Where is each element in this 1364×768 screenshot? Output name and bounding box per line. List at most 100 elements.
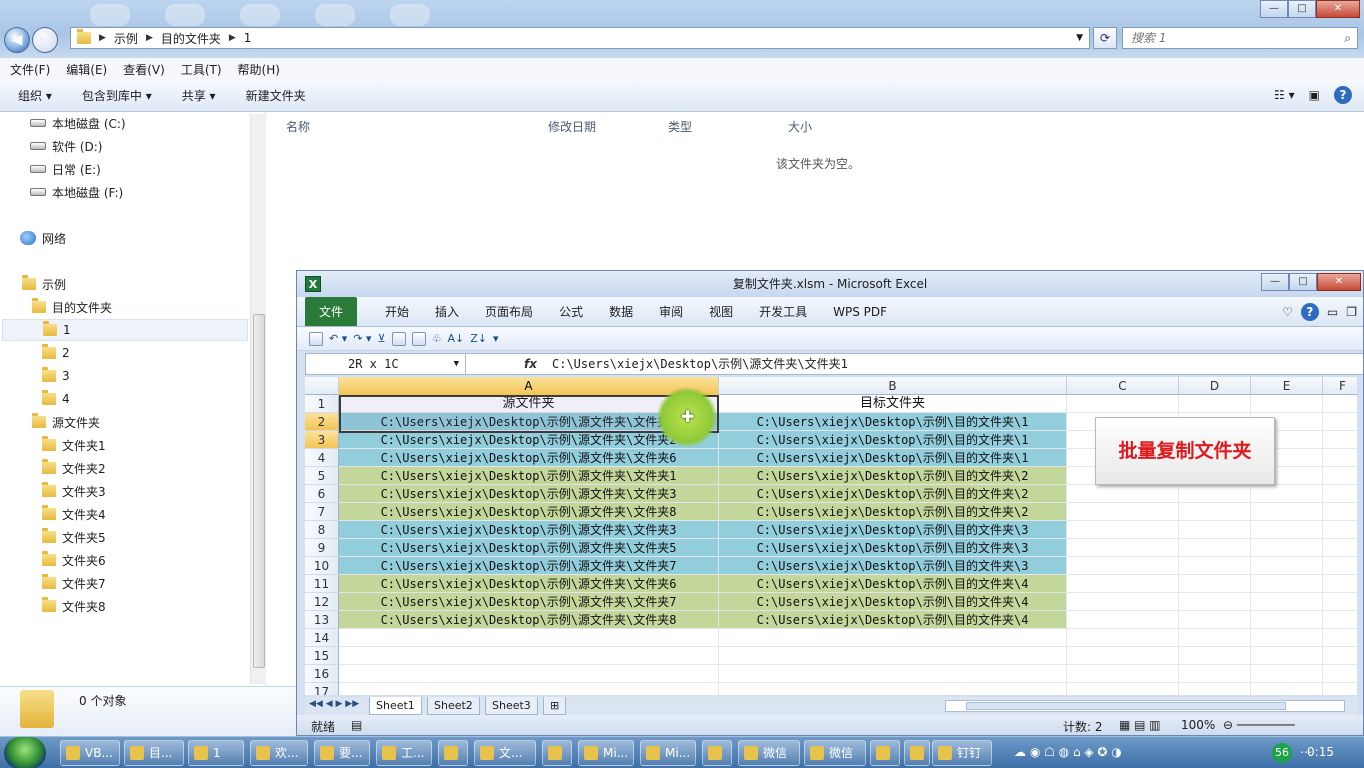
cell-a[interactable]: C:\Users\xiejx\Desktop\示例\源文件夹\文件夹6 bbox=[339, 575, 719, 593]
cell-a[interactable]: C:\Users\xiejx\Desktop\示例\源文件夹\文件夹1 bbox=[339, 467, 719, 485]
cell-empty[interactable] bbox=[1251, 611, 1323, 629]
excel-icon[interactable]: X bbox=[305, 276, 321, 292]
chevron-down-icon[interactable]: ▼ bbox=[1076, 33, 1083, 43]
cell-empty[interactable] bbox=[1323, 395, 1357, 413]
column-name[interactable]: 名称 bbox=[286, 118, 310, 135]
cell-empty[interactable] bbox=[1179, 629, 1251, 647]
menu-edit[interactable]: 编辑(E) bbox=[66, 61, 107, 78]
cell-b[interactable] bbox=[719, 647, 1067, 665]
cell-b[interactable]: C:\Users\xiejx\Desktop\示例\目的文件夹\4 bbox=[719, 593, 1067, 611]
minimize-icon[interactable]: ▭ bbox=[1327, 305, 1338, 319]
cell-b[interactable] bbox=[719, 683, 1067, 695]
col-header-c[interactable]: C bbox=[1067, 377, 1179, 395]
cell-empty[interactable] bbox=[1251, 539, 1323, 557]
taskbar-item[interactable]: VB... bbox=[60, 740, 120, 766]
column-type[interactable]: 类型 bbox=[668, 118, 692, 135]
row-number[interactable]: 12 bbox=[305, 593, 339, 611]
taskbar-item[interactable] bbox=[702, 740, 732, 766]
tree-item-src-child[interactable]: 文件夹8 bbox=[42, 595, 106, 617]
tree-item-src-child[interactable]: 文件夹6 bbox=[42, 549, 106, 571]
column-modified[interactable]: 修改日期 bbox=[548, 118, 596, 135]
cell-empty[interactable] bbox=[1323, 593, 1357, 611]
cell-empty[interactable] bbox=[1251, 575, 1323, 593]
cell-b[interactable]: C:\Users\xiejx\Desktop\示例\目的文件夹\3 bbox=[719, 539, 1067, 557]
tree-item-dest-3[interactable]: 3 bbox=[42, 365, 70, 387]
restore-icon[interactable]: ❐ bbox=[1346, 305, 1357, 319]
taskbar-item[interactable] bbox=[904, 740, 930, 766]
cell-b[interactable]: C:\Users\xiejx\Desktop\示例\目的文件夹\2 bbox=[719, 485, 1067, 503]
tree-item-src[interactable]: 源文件夹 bbox=[32, 411, 100, 433]
cell-empty[interactable] bbox=[1251, 683, 1323, 695]
taskbar-item[interactable] bbox=[438, 740, 468, 766]
col-header-e[interactable]: E bbox=[1251, 377, 1323, 395]
cell-empty[interactable] bbox=[1067, 593, 1179, 611]
zoom-slider[interactable]: ⊖ ──────── bbox=[1223, 718, 1295, 732]
cell-empty[interactable] bbox=[1323, 611, 1357, 629]
cell-empty[interactable] bbox=[1067, 629, 1179, 647]
customize-qat-icon[interactable]: ▾ bbox=[493, 332, 499, 345]
breadcrumb-item[interactable]: 目的文件夹 bbox=[161, 30, 221, 47]
cell-a[interactable]: C:\Users\xiejx\Desktop\示例\源文件夹\文件夹5 bbox=[339, 539, 719, 557]
taskbar-item[interactable]: 欢... bbox=[250, 740, 308, 766]
row-number[interactable]: 8 bbox=[305, 521, 339, 539]
cell-b[interactable]: C:\Users\xiejx\Desktop\示例\目的文件夹\4 bbox=[719, 575, 1067, 593]
help-icon[interactable]: ? bbox=[1300, 303, 1319, 321]
row-number[interactable]: 4 bbox=[305, 449, 339, 467]
tree-item-src-child[interactable]: 文件夹7 bbox=[42, 572, 106, 594]
zoom-level[interactable]: 100% bbox=[1181, 718, 1215, 732]
preview-pane-icon[interactable]: ▣ bbox=[1309, 88, 1320, 102]
excel-maximize-button[interactable]: □ bbox=[1289, 273, 1317, 291]
cell-a[interactable]: C:\Users\xiejx\Desktop\示例\源文件夹\文件夹7 bbox=[339, 593, 719, 611]
tree-item-src-child[interactable]: 文件夹4 bbox=[42, 503, 106, 525]
help-icon[interactable]: ? bbox=[1334, 86, 1352, 104]
tab-formulas[interactable]: 公式 bbox=[559, 303, 583, 320]
cell-b[interactable]: C:\Users\xiejx\Desktop\示例\目的文件夹\2 bbox=[719, 503, 1067, 521]
tray-icons[interactable]: ☁ ◉ ☖ ◍ ⌂ ◈ ✪ ◑ bbox=[1014, 745, 1122, 759]
taskbar-item[interactable]: 微信 bbox=[804, 740, 866, 766]
tab-developer[interactable]: 开发工具 bbox=[759, 303, 807, 320]
cell-b[interactable]: C:\Users\xiejx\Desktop\示例\目的文件夹\3 bbox=[719, 521, 1067, 539]
tab-home[interactable]: 开始 bbox=[385, 303, 409, 320]
cell-empty[interactable] bbox=[1179, 539, 1251, 557]
hierarchy-icon[interactable]: ♧ bbox=[432, 332, 442, 345]
cell-empty[interactable] bbox=[1323, 557, 1357, 575]
sort-desc-icon[interactable]: Z↓ bbox=[470, 332, 487, 345]
cell-empty[interactable] bbox=[1323, 503, 1357, 521]
sort-asc-icon[interactable]: A↓ bbox=[447, 332, 464, 345]
excel-minimize-button[interactable]: — bbox=[1261, 273, 1289, 291]
cell-b[interactable]: C:\Users\xiejx\Desktop\示例\目的文件夹\3 bbox=[719, 557, 1067, 575]
menu-tools[interactable]: 工具(T) bbox=[181, 61, 222, 78]
scrollbar-thumb[interactable] bbox=[253, 314, 265, 668]
cell-empty[interactable] bbox=[1179, 593, 1251, 611]
cell-a[interactable] bbox=[339, 665, 719, 683]
redo-icon[interactable]: ↷ ▾ bbox=[353, 332, 371, 345]
cell-empty[interactable] bbox=[1067, 539, 1179, 557]
cell-empty[interactable] bbox=[1067, 611, 1179, 629]
view-mode-icons[interactable]: ▦ ▤ ▥ bbox=[1119, 718, 1161, 732]
drive-e[interactable]: 日常 (E:) bbox=[30, 158, 101, 180]
row-number[interactable]: 17 bbox=[305, 683, 339, 695]
cell-empty[interactable] bbox=[1179, 521, 1251, 539]
taskbar-item[interactable]: Mi... bbox=[640, 740, 696, 766]
cell-b[interactable]: C:\Users\xiejx\Desktop\示例\目的文件夹\2 bbox=[719, 467, 1067, 485]
cell-empty[interactable] bbox=[1067, 395, 1179, 413]
cell-empty[interactable] bbox=[1323, 431, 1357, 449]
cell-empty[interactable] bbox=[1179, 611, 1251, 629]
new-doc-icon[interactable] bbox=[391, 331, 406, 346]
cell-a[interactable]: C:\Users\xiejx\Desktop\示例\源文件夹\文件夹6 bbox=[339, 449, 719, 467]
tree-item-src-child[interactable]: 文件夹2 bbox=[42, 457, 106, 479]
cell-b[interactable]: C:\Users\xiejx\Desktop\示例\目的文件夹\1 bbox=[719, 413, 1067, 431]
search-input[interactable]: 搜索 1 ⌕ bbox=[1122, 27, 1358, 49]
batch-copy-button[interactable]: 批量复制文件夹 bbox=[1095, 417, 1275, 485]
tree-item-src-child[interactable]: 文件夹1 bbox=[42, 434, 106, 456]
cell-a[interactable]: C:\Users\xiejx\Desktop\示例\源文件夹\文件夹3 bbox=[339, 485, 719, 503]
taskbar-item[interactable]: 文... bbox=[474, 740, 536, 766]
fx-icon[interactable]: fx bbox=[524, 354, 542, 374]
tree-item-dest-2[interactable]: 2 bbox=[42, 342, 70, 364]
select-all-corner[interactable] bbox=[305, 377, 339, 395]
cell-empty[interactable] bbox=[1067, 575, 1179, 593]
horizontal-scrollbar[interactable] bbox=[945, 700, 1345, 712]
organize-button[interactable]: 组织 ▾ bbox=[18, 87, 52, 104]
cell-empty[interactable] bbox=[1179, 557, 1251, 575]
col-header-a[interactable]: A bbox=[339, 377, 719, 395]
